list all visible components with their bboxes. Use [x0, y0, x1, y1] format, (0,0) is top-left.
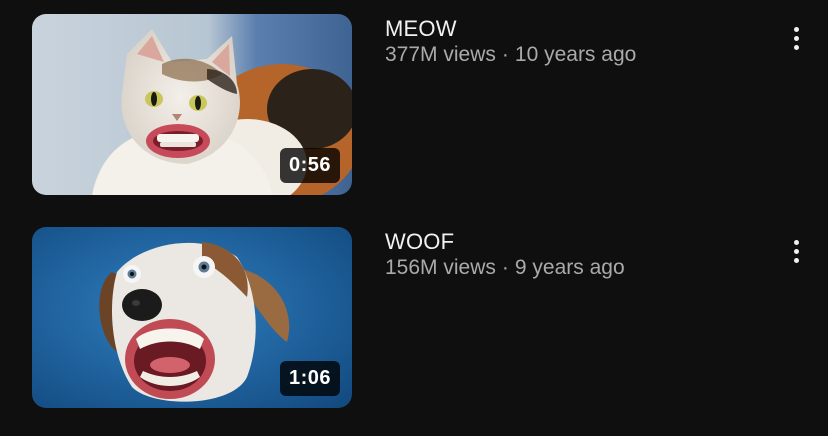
video-item-woof[interactable]: 1:06 WOOF 156M views · 9 years ago	[0, 227, 828, 409]
video-list: 0:56 MEOW 377M views · 10 years ago 1:06…	[0, 0, 828, 436]
menu-dot	[793, 248, 799, 254]
separator: ·	[501, 43, 509, 66]
duration-badge: 1:06	[279, 361, 340, 396]
video-meta: WOOF 156M views · 9 years ago	[385, 229, 765, 281]
video-meta: MEOW 377M views · 10 years ago	[385, 16, 765, 68]
more-vert-icon[interactable]	[780, 18, 812, 58]
video-item-meow[interactable]: 0:56 MEOW 377M views · 10 years ago	[0, 14, 828, 196]
video-stats: 377M views · 10 years ago	[385, 42, 765, 68]
more-vert-icon[interactable]	[780, 231, 812, 271]
menu-dot	[793, 35, 799, 41]
menu-dot	[793, 44, 799, 50]
video-stats: 156M views · 9 years ago	[385, 255, 765, 281]
video-thumbnail[interactable]: 1:06	[32, 227, 352, 408]
view-count: 377M views	[385, 43, 496, 66]
menu-dot	[793, 239, 799, 245]
video-title[interactable]: WOOF	[385, 229, 765, 255]
video-title[interactable]: MEOW	[385, 16, 765, 42]
upload-age: 9 years ago	[514, 256, 625, 279]
view-count: 156M views	[385, 256, 496, 279]
menu-dot	[793, 26, 799, 32]
video-thumbnail[interactable]: 0:56	[32, 14, 352, 195]
upload-age: 10 years ago	[514, 43, 637, 66]
separator: ·	[501, 256, 509, 279]
duration-badge: 0:56	[279, 148, 340, 183]
menu-dot	[793, 257, 799, 263]
